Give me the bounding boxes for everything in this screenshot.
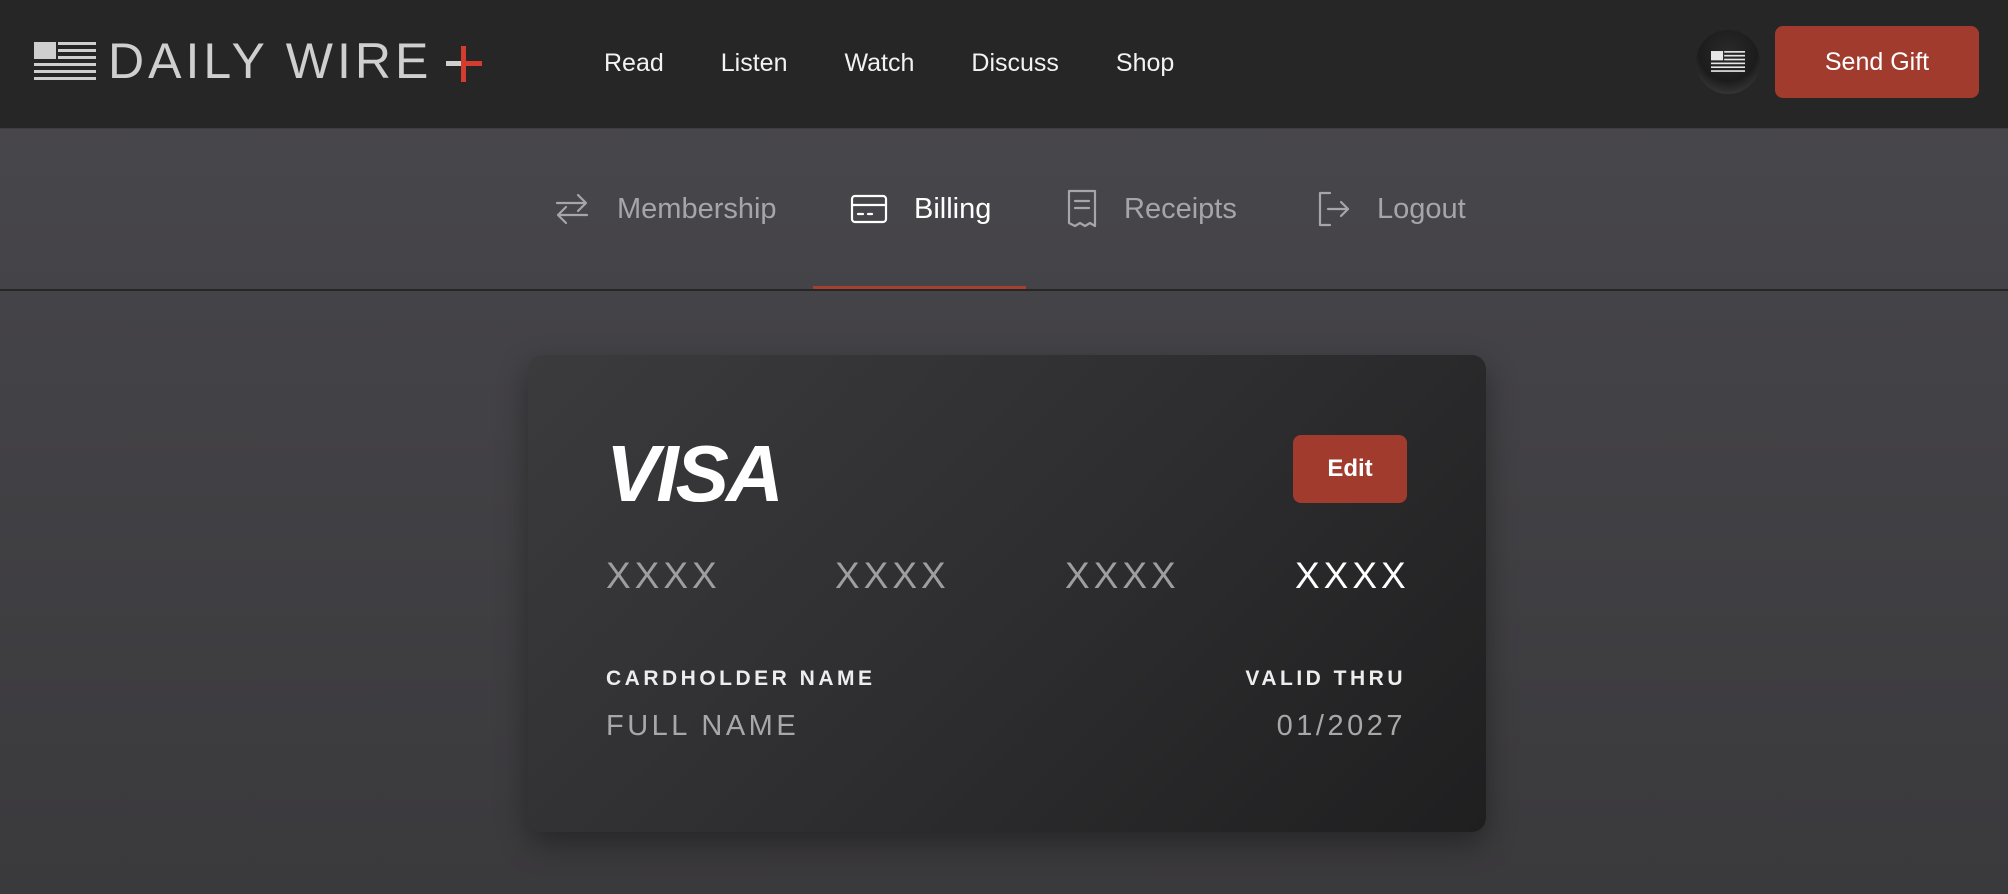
svg-text:VISA: VISA [606, 437, 781, 503]
top-header: DAILY WIRE Read Listen Watch Discuss Sho… [0, 0, 2008, 129]
arrows-swap-icon [555, 193, 589, 225]
tab-label: Logout [1377, 192, 1466, 225]
active-tab-indicator [813, 286, 1026, 289]
plus-logo-icon [446, 46, 482, 82]
tab-billing[interactable]: Billing [850, 184, 991, 234]
card-number-group-4: XXXX [1295, 555, 1410, 596]
account-tabs: Membership Billing Receipts Logout [0, 129, 2008, 291]
logout-icon [1318, 191, 1350, 227]
nav-listen[interactable]: Listen [721, 44, 788, 82]
nav-watch[interactable]: Watch [844, 44, 914, 82]
tab-label: Membership [617, 192, 777, 225]
card-number-group-2: XXXX [835, 555, 950, 596]
tab-logout[interactable]: Logout [1317, 184, 1466, 234]
tab-membership[interactable]: Membership [553, 184, 777, 234]
credit-card-icon [850, 194, 888, 224]
tab-receipts[interactable]: Receipts [1066, 184, 1237, 234]
card-number-group-1: XXXX [606, 555, 721, 596]
valid-thru-label: VALID THRU [1245, 667, 1406, 690]
card-number-group-3: XXXX [1065, 555, 1180, 596]
edit-card-button[interactable]: Edit [1293, 435, 1407, 503]
flag-avatar-icon [1711, 51, 1745, 72]
logo-text: DAILY WIRE [108, 33, 433, 89]
nav-shop[interactable]: Shop [1116, 44, 1174, 82]
daily-wire-logo[interactable]: DAILY WIRE [34, 33, 482, 89]
cardholder-value: FULL NAME [606, 710, 800, 742]
tab-label: Billing [914, 192, 992, 225]
send-gift-button[interactable]: Send Gift [1775, 26, 1979, 98]
flag-logo-icon [34, 42, 96, 80]
valid-thru-value: 01/2027 [1276, 710, 1406, 742]
visa-logo: VISA [606, 437, 784, 503]
nav-read[interactable]: Read [604, 44, 664, 82]
main-nav: Read Listen Watch Discuss Shop [604, 44, 1174, 82]
payment-card: VISA Edit XXXX XXXX XXXX XXXX CARDHOLDER… [528, 355, 1486, 832]
nav-discuss[interactable]: Discuss [971, 44, 1059, 82]
receipt-icon [1067, 189, 1097, 228]
user-avatar[interactable] [1696, 30, 1760, 94]
tab-label: Receipts [1124, 192, 1237, 225]
cardholder-label: CARDHOLDER NAME [606, 667, 876, 690]
